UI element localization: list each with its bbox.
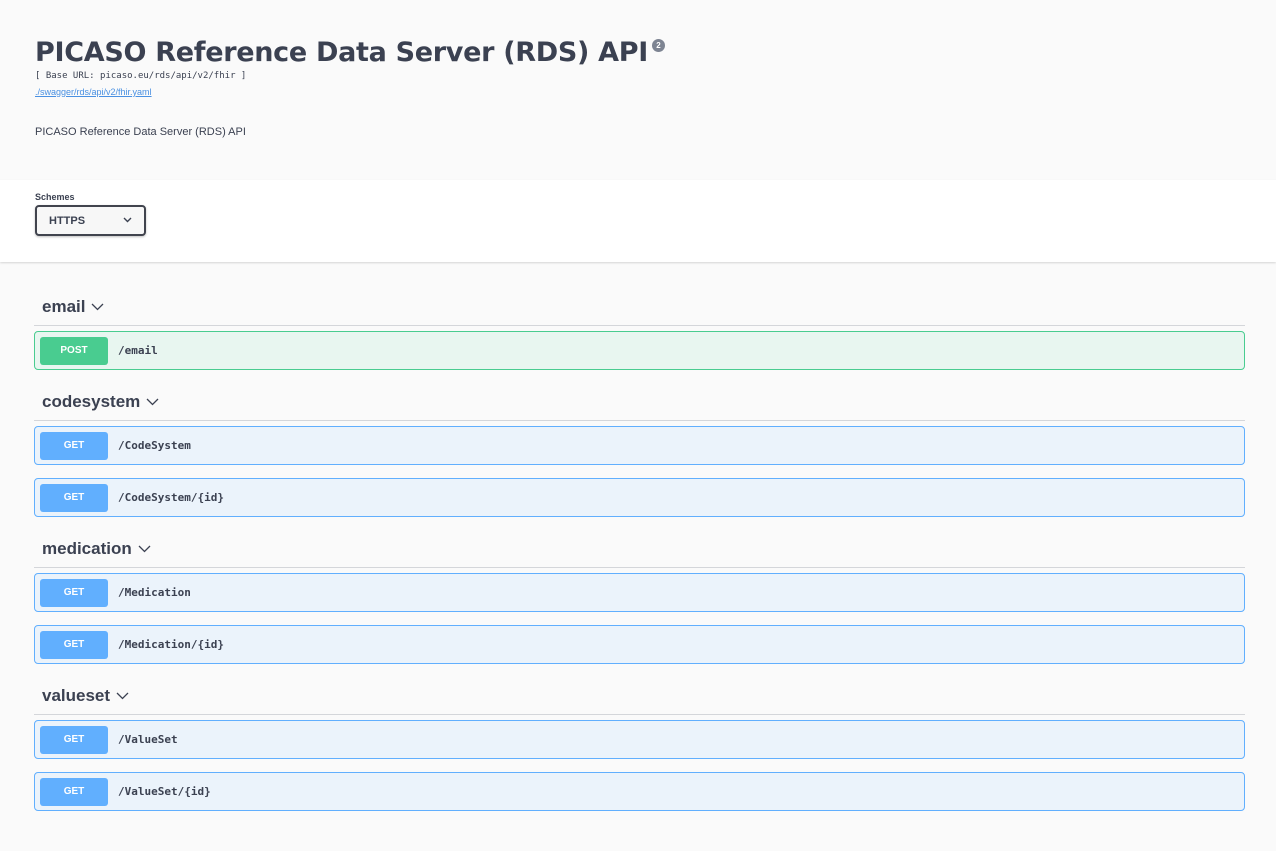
operation-path: /ValueSet/{id} xyxy=(118,785,211,798)
method-badge: GET xyxy=(40,777,108,806)
operation-post[interactable]: POST/email xyxy=(34,331,1245,370)
operation-get[interactable]: GET/CodeSystem/{id} xyxy=(34,478,1245,517)
tag-header-email[interactable]: email xyxy=(34,288,1245,326)
scheme-select[interactable]: HTTPS xyxy=(35,205,146,236)
version-badge: 2 xyxy=(652,39,665,52)
chevron-down-icon xyxy=(123,215,132,226)
tag-section: email POST/email xyxy=(34,288,1245,370)
method-badge: GET xyxy=(40,431,108,460)
tag-header-valueset[interactable]: valueset xyxy=(34,677,1245,715)
schemes-label: Schemes xyxy=(35,192,75,202)
method-badge: GET xyxy=(40,578,108,607)
api-info: PICASO Reference Data Server (RDS) API 2… xyxy=(0,0,1276,180)
chevron-down-icon xyxy=(138,542,152,556)
page-title: PICASO Reference Data Server (RDS) API xyxy=(35,37,648,68)
operation-get[interactable]: GET/ValueSet/{id} xyxy=(34,772,1245,811)
spec-link[interactable]: ./swagger/rds/api/v2/fhir.yaml xyxy=(35,86,152,98)
tag-name: valueset xyxy=(42,685,111,705)
method-badge: GET xyxy=(40,725,108,754)
operation-path: /CodeSystem/{id} xyxy=(118,491,224,504)
tag-header-codesystem[interactable]: codesystem xyxy=(34,383,1245,421)
chevron-down-icon xyxy=(146,395,160,409)
tag-section: codesystem GET/CodeSystem GET/CodeSystem/{… xyxy=(34,383,1245,517)
operation-get[interactable]: GET/CodeSystem xyxy=(34,426,1245,465)
tag-section: valueset GET/ValueSet GET/ValueSet/{id} xyxy=(34,677,1245,811)
tag-name: medication xyxy=(42,538,132,558)
tag-section: medication GET/Medication GET/Medication/{… xyxy=(34,530,1245,664)
operation-path: /ValueSet xyxy=(118,733,178,746)
tag-header-medication[interactable]: medication xyxy=(34,530,1245,568)
operation-path: /CodeSystem xyxy=(118,439,191,452)
title-row: PICASO Reference Data Server (RDS) API 2 xyxy=(35,36,1241,70)
method-badge: GET xyxy=(40,630,108,659)
chevron-down-icon xyxy=(116,689,130,703)
operation-path: /email xyxy=(118,344,158,357)
method-badge: POST xyxy=(40,336,108,365)
method-badge: GET xyxy=(40,483,108,512)
operations-list: email POST/email codesystem GET/CodeSystem G… xyxy=(0,262,1276,811)
operation-get[interactable]: GET/Medication/{id} xyxy=(34,625,1245,664)
operation-path: /Medication/{id} xyxy=(118,638,224,651)
tag-name: email xyxy=(42,296,86,316)
operation-get[interactable]: GET/ValueSet xyxy=(34,720,1245,759)
chevron-down-icon xyxy=(91,300,105,314)
scheme-selected-value: HTTPS xyxy=(49,214,86,227)
operation-path: /Medication xyxy=(118,586,191,599)
operation-get[interactable]: GET/Medication xyxy=(34,573,1245,612)
tag-name: codesystem xyxy=(42,391,141,411)
schemes-section: Schemes HTTPS xyxy=(0,180,1276,262)
api-description: PICASO Reference Data Server (RDS) API xyxy=(35,126,246,138)
base-url: [ Base URL: picaso.eu/rds/api/v2/fhir ] xyxy=(35,71,247,81)
